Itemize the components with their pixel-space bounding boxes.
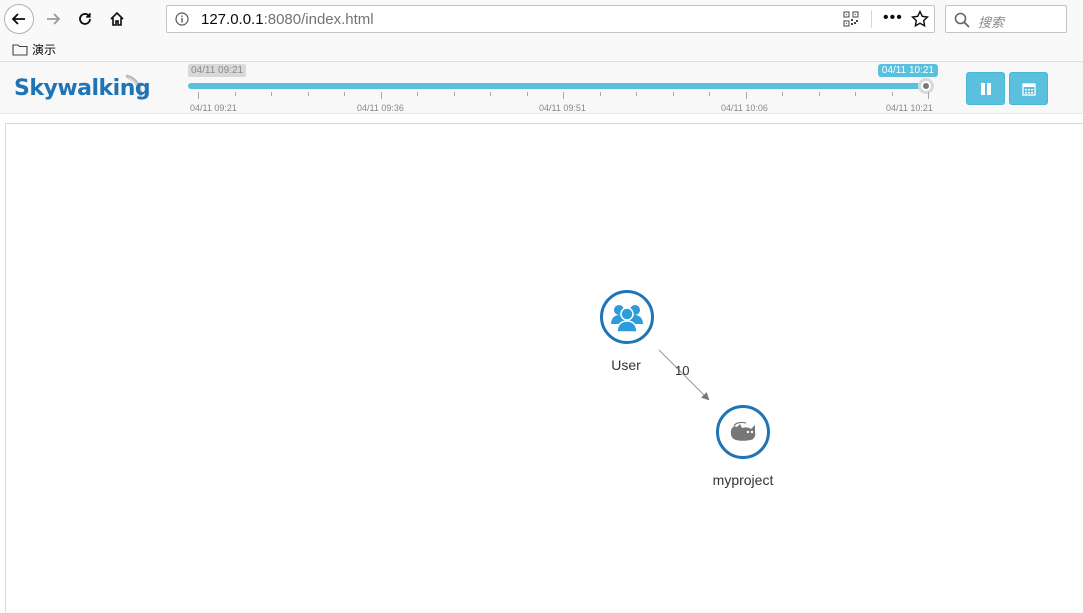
timeline-tick: [782, 92, 783, 96]
timeline-tick: [709, 92, 710, 96]
logo-text: Skywalking: [14, 76, 151, 101]
bookmark-folder-label: 演示: [32, 43, 57, 57]
page-content: Skywalking 04/11 09:21 04/11 10:21 04/11…: [0, 62, 1083, 612]
node-user-label: User: [611, 357, 641, 373]
bookmarks-bar: 演示: [0, 38, 1083, 62]
search-icon: [954, 12, 970, 28]
timeline-tick: [380, 92, 382, 99]
timeline-tick-label: 04/11 09:51: [539, 103, 586, 113]
timeline-end-badge: 04/11 10:21: [877, 64, 938, 77]
url-host: 127.0.0.1: [201, 11, 264, 28]
arrow-left-icon: [11, 13, 25, 25]
node-myproject-label: myproject: [712, 472, 774, 488]
arrow-right-icon: [47, 13, 61, 25]
timeline-tick: [928, 92, 929, 99]
search-placeholder: 搜索: [978, 15, 1005, 30]
timeline-start-badge: 04/11 09:21: [188, 64, 247, 77]
qr-code-icon[interactable]: [843, 11, 859, 27]
calendar-button[interactable]: [1009, 72, 1048, 105]
timeline-tick: [563, 92, 564, 99]
reload-icon: [79, 13, 91, 25]
pause-button[interactable]: [966, 72, 1005, 105]
logo-walking: walking: [57, 76, 151, 101]
timeline-tick: [526, 92, 528, 96]
timeline-tick: [490, 92, 491, 96]
timeline-slider[interactable]: 04/11 09:21 04/11 10:21 04/11 09:21 04/1…: [188, 62, 938, 114]
timeline-tick: [344, 92, 345, 96]
timeline-tick: [636, 92, 637, 96]
bookmark-folder[interactable]: 演示: [12, 41, 56, 58]
pause-icon: [980, 82, 991, 95]
home-icon: [110, 11, 124, 26]
timeline-tick: [453, 92, 455, 96]
timeline-ticks: [188, 92, 929, 102]
timeline-track[interactable]: [188, 83, 928, 89]
timeline-tick: [307, 92, 309, 96]
bookmark-star-icon[interactable]: [911, 10, 929, 28]
calendar-icon: [1021, 82, 1036, 96]
timeline-tick: [891, 92, 893, 96]
search-input[interactable]: 搜索: [945, 5, 1067, 33]
timeline-tick: [234, 92, 236, 96]
page-actions-icon[interactable]: •••: [883, 9, 903, 27]
timeline-tick-label: 04/11 10:06: [721, 103, 768, 113]
timeline-tick: [417, 92, 418, 96]
node-myproject[interactable]: [716, 405, 770, 459]
back-button[interactable]: [4, 4, 34, 34]
timeline-tick: [745, 92, 747, 99]
timeline-tick: [672, 92, 674, 96]
timeline-tick-label: 04/11 10:21: [886, 103, 933, 113]
timeline-tick: [855, 92, 856, 96]
skywalking-logo[interactable]: Skywalking: [14, 72, 151, 106]
browser-toolbar: 127.0.0.1:8080/index.html ••• 搜索: [0, 0, 1083, 38]
reload-button[interactable]: [70, 4, 100, 34]
home-button[interactable]: [102, 4, 132, 34]
timeline-tick: [599, 92, 601, 96]
url-path: :8080/index.html: [263, 11, 374, 28]
timeline-tick-label: 04/11 09:36: [357, 103, 404, 113]
timeline-tick-label: 04/11 09:21: [190, 103, 237, 113]
url-text[interactable]: 127.0.0.1:8080/index.html: [201, 11, 374, 28]
app-header: Skywalking 04/11 09:21 04/11 10:21 04/11…: [0, 62, 1083, 114]
topology-edges: [658, 349, 710, 401]
logo-sky: Sky: [14, 76, 58, 101]
edge-call-count: 10: [675, 363, 690, 378]
timeline-tick: [271, 92, 272, 96]
timeline-tick: [198, 92, 199, 99]
topology-canvas[interactable]: User 10 myproject: [5, 123, 1083, 612]
timeline-tick: [818, 92, 820, 96]
node-user[interactable]: [600, 290, 654, 344]
forward-button[interactable]: [38, 4, 68, 34]
users-icon: [611, 305, 643, 332]
address-bar[interactable]: 127.0.0.1:8080/index.html •••: [166, 5, 935, 33]
tomcat-icon: [730, 421, 756, 441]
folder-icon: [12, 44, 28, 56]
url-separator: [871, 10, 872, 28]
info-icon[interactable]: [175, 12, 189, 26]
